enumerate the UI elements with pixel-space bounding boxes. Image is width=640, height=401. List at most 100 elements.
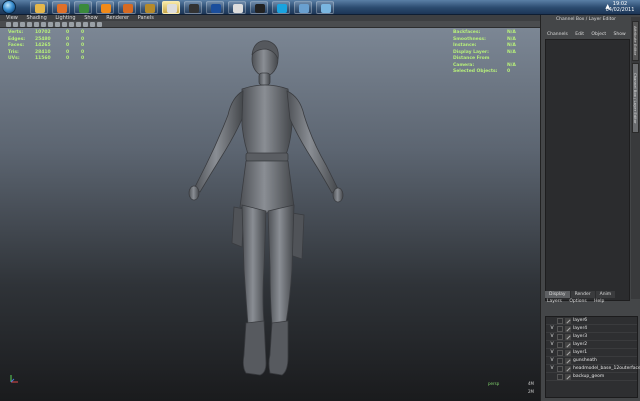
playback-toggle[interactable] (557, 326, 563, 332)
hud-label: Distance From Camera: (453, 56, 490, 68)
start-button[interactable] (2, 0, 16, 14)
viewport-tool-icon[interactable] (27, 22, 32, 27)
taskbar-app-button[interactable] (52, 1, 70, 14)
memory-readout-top: 4M (528, 381, 534, 386)
viewport-tool-icon[interactable] (97, 22, 102, 27)
poly-count-hud: Verts: 10702 0 0 Edges: 25480 0 0 Faces: 14265 0… (8, 30, 84, 63)
layer-name: layer6 (573, 318, 588, 323)
viewport-tool-icon[interactable] (13, 22, 18, 27)
steam-icon (189, 4, 199, 13)
tab-channel-box[interactable]: Channel Box / Layer Editor (632, 63, 639, 133)
menu-show[interactable]: Show (614, 32, 626, 37)
window-icon (299, 4, 309, 13)
taskbar-app-button[interactable] (96, 1, 114, 14)
layer-color-icon[interactable] (565, 326, 571, 332)
taskbar-app-button[interactable] (250, 1, 268, 14)
layer-row[interactable]: Vlayer2 (546, 341, 637, 349)
viewport-tool-icon[interactable] (41, 22, 46, 27)
visibility-toggle[interactable]: V (549, 325, 555, 333)
viewport-tool-icon[interactable] (20, 22, 25, 27)
layer-color-icon[interactable] (565, 374, 571, 380)
layer-row[interactable]: layer6 (546, 317, 637, 325)
taskbar-app-button[interactable] (228, 1, 246, 14)
layer-color-icon[interactable] (565, 318, 571, 324)
layer-color-icon[interactable] (565, 334, 571, 340)
menu-object[interactable]: Object (591, 32, 606, 37)
tab-display[interactable]: Display (545, 291, 570, 298)
layer-color-icon[interactable] (565, 350, 571, 356)
visibility-toggle[interactable]: V (549, 349, 555, 357)
menu-edit[interactable]: Edit (575, 32, 584, 37)
visibility-toggle[interactable]: V (549, 365, 555, 373)
layer-name: headmodel_base_12outerface (573, 366, 640, 371)
layer-row[interactable]: Vgunsheath (546, 357, 637, 365)
layer-color-icon[interactable] (565, 366, 571, 372)
taskbar-app-button[interactable] (140, 1, 158, 14)
hud-value: 11560 (35, 56, 51, 61)
visibility-toggle[interactable]: V (549, 357, 555, 365)
layer-row[interactable]: Vlayer1 (546, 349, 637, 357)
hud-row-uvs: UVs: 11560 0 0 (8, 56, 84, 63)
viewport-tool-icon[interactable] (6, 22, 11, 27)
layer-editor-tabs: Display Render Anim (545, 291, 616, 298)
layer-row[interactable]: Vheadmodel_base_12outerface (546, 365, 640, 373)
viewport-tool-icon[interactable] (76, 22, 81, 27)
taskbar-app-button[interactable] (118, 1, 136, 14)
vertical-tab-strip: Attribute Editor Channel Box / Layer Edi… (631, 17, 640, 299)
menu-layers[interactable]: Layers (547, 299, 562, 304)
playback-toggle[interactable] (557, 318, 563, 324)
taskbar-app-button[interactable] (316, 1, 334, 14)
taskbar-app-button[interactable] (272, 1, 290, 14)
viewport-tool-icon[interactable] (83, 22, 88, 27)
viewport-tool-icon[interactable] (34, 22, 39, 27)
menu-channels[interactable]: Channels (547, 32, 568, 37)
menu-help[interactable]: Help (594, 299, 604, 304)
viewport-toolbar (0, 21, 540, 28)
visibility-toggle[interactable]: V (549, 333, 555, 341)
winamp-icon (145, 4, 155, 13)
taskbar-app-button[interactable] (74, 1, 92, 14)
tab-attribute-editor[interactable]: Attribute Editor (632, 21, 639, 61)
layer-name: layer1 (573, 350, 588, 355)
playback-toggle[interactable] (557, 342, 563, 348)
playback-toggle[interactable] (557, 374, 563, 380)
playback-toggle[interactable] (557, 366, 563, 372)
character-model[interactable] (180, 37, 380, 382)
playback-toggle[interactable] (557, 350, 563, 356)
clock-date: 04/02/2011 (605, 7, 635, 13)
viewport-tool-icon[interactable] (55, 22, 60, 27)
media-player-icon (79, 4, 89, 13)
taskbar-app-button[interactable] (30, 1, 48, 14)
layer-row[interactable]: backup_geom (546, 373, 637, 381)
viewport-tool-icon[interactable] (69, 22, 74, 27)
layer-color-icon[interactable] (565, 358, 571, 364)
taskbar-app-button[interactable] (184, 1, 202, 14)
viewport-tool-icon[interactable] (62, 22, 67, 27)
layer-row[interactable]: Vlayer3 (546, 333, 637, 341)
tab-render[interactable]: Render (570, 291, 595, 298)
tab-anim[interactable]: Anim (595, 291, 616, 298)
taskbar-app-button[interactable] (162, 1, 180, 14)
music-icon (167, 4, 177, 13)
layer-name: gunsheath (573, 358, 597, 363)
hud-value: 0 (507, 69, 511, 74)
layer-name: layer4 (573, 326, 588, 331)
channel-box-area[interactable] (545, 39, 630, 301)
visibility-toggle[interactable]: V (549, 341, 555, 349)
viewport-tool-icon[interactable] (48, 22, 53, 27)
taskbar-clock[interactable]: 19:02 04/02/2011 (602, 1, 638, 13)
menu-options[interactable]: Options (569, 299, 586, 304)
layer-list: layer6 Vlayer4 Vlayer3 Vlayer2 Vlayer1 V… (545, 316, 640, 398)
panel-title: Channel Box / Layer Editor (556, 17, 616, 22)
playback-toggle[interactable] (557, 358, 563, 364)
hud-row-selected: Selected Objects: 0 (453, 69, 516, 76)
layer-editor-menu: Layers Options Help (547, 299, 610, 304)
playback-toggle[interactable] (557, 334, 563, 340)
layer-row[interactable]: Vlayer4 (546, 325, 637, 333)
layer-color-icon[interactable] (565, 342, 571, 348)
taskbar-app-button[interactable] (294, 1, 312, 14)
hud-value: 0 (66, 56, 70, 61)
viewport-tool-icon[interactable] (90, 22, 95, 27)
taskbar-app-button[interactable] (206, 1, 224, 14)
maya-viewport[interactable]: View Shading Lighting Show Renderer Pane… (0, 15, 540, 401)
